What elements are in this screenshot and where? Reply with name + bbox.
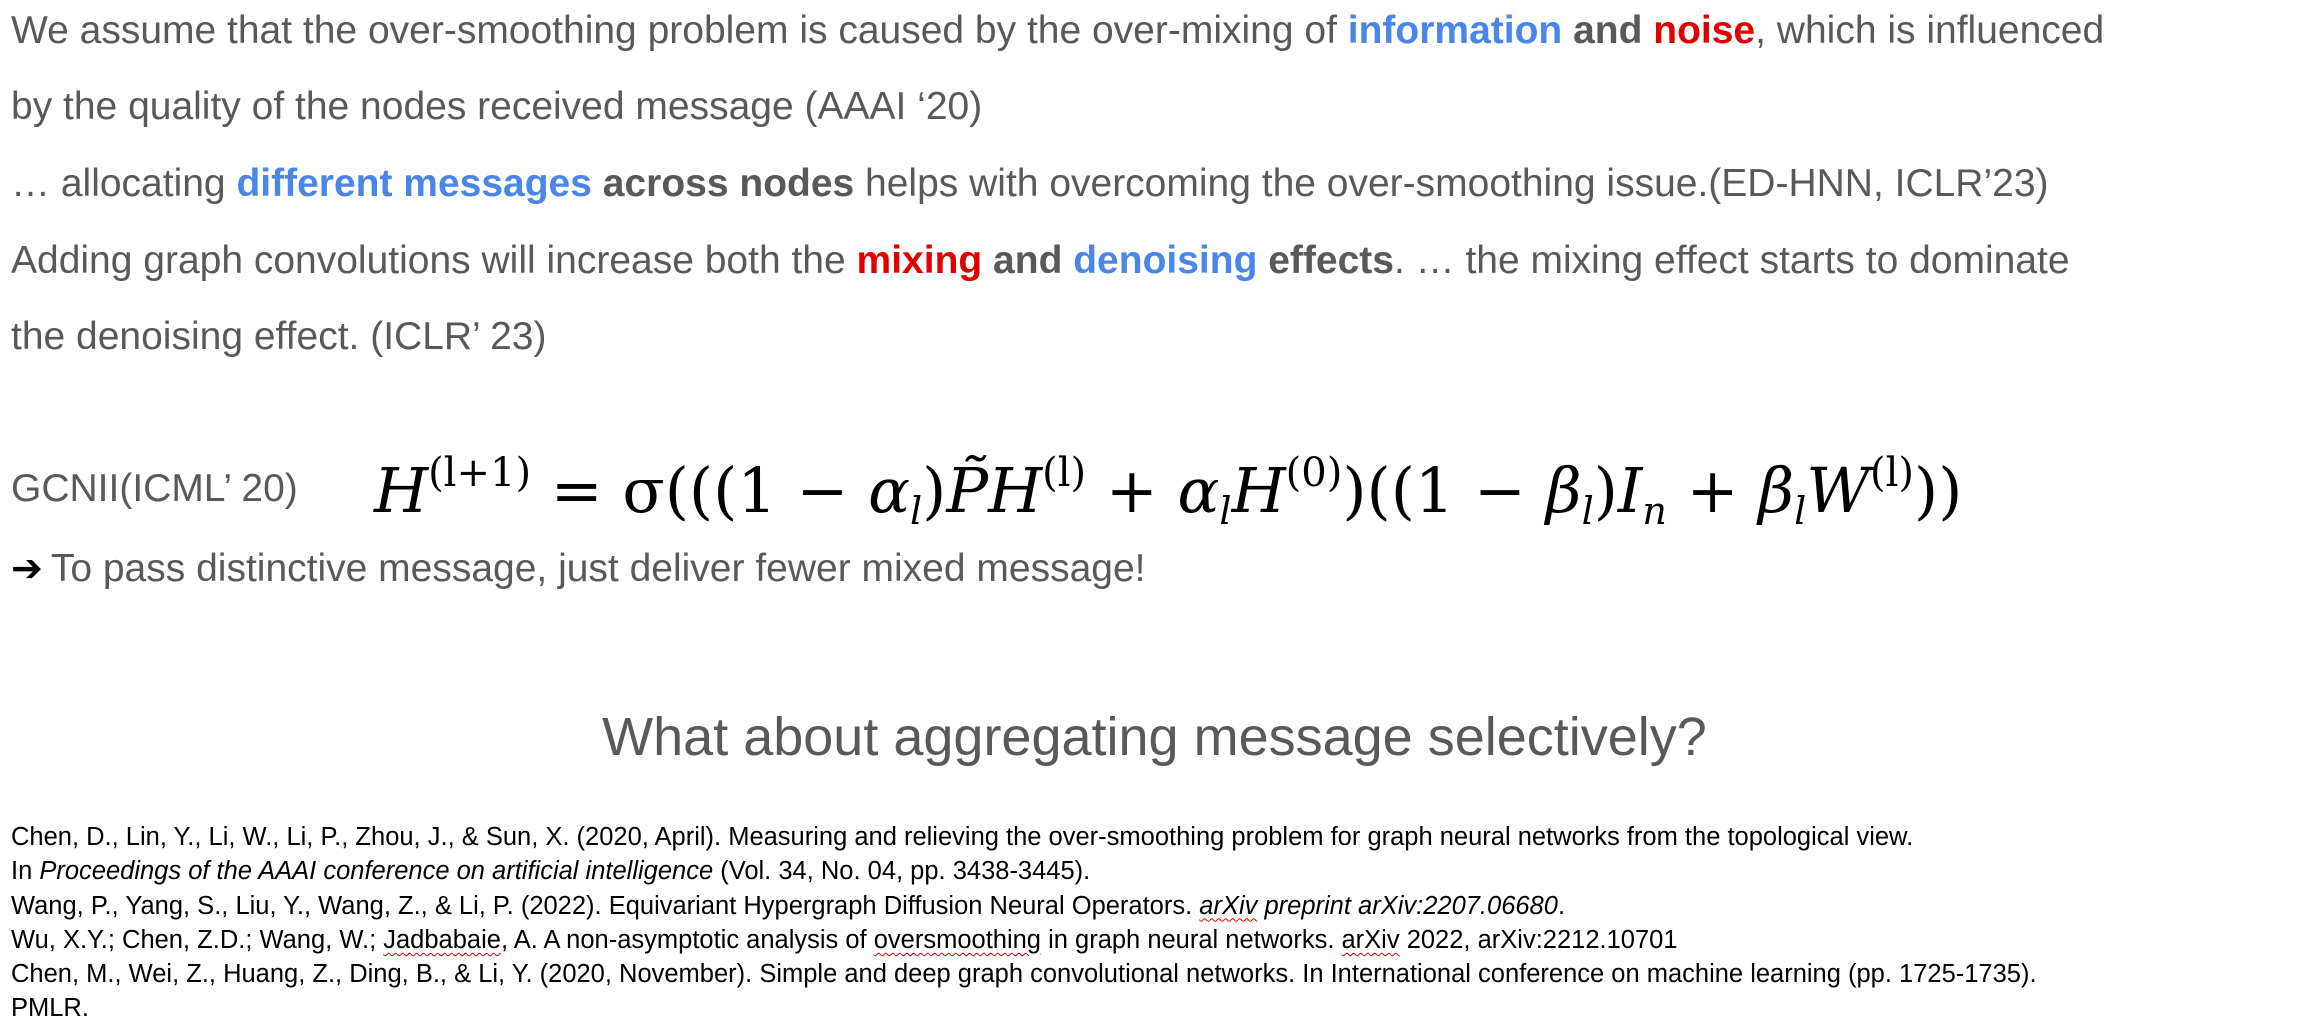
formula-symbol-alpha: α <box>868 454 910 527</box>
paragraph-line-2: by the quality of the nodes received mes… <box>11 84 982 130</box>
highlight-denoising: denoising <box>1073 239 1258 282</box>
formula-symbol-i: I <box>1617 454 1643 527</box>
text-segment: by the quality of the nodes received mes… <box>11 85 983 128</box>
reference-text: Chen, M., Wei, Z., Huang, Z., Ding, B., … <box>11 960 2037 989</box>
highlight-noise: noise <box>1653 9 1756 52</box>
reference-item: Chen, M., Wei, Z., Huang, Z., Ding, B., … <box>11 957 2037 991</box>
formula-subscript: l <box>1794 489 1807 533</box>
text-segment: . … the mixing effect starts to dominate <box>1393 239 2070 282</box>
formula-subscript: l <box>1581 489 1594 533</box>
highlight-information: information <box>1347 9 1563 52</box>
formula-symbol-beta: β <box>1758 454 1795 527</box>
paragraph-line-5: the denoising effect. (ICLR’ 23) <box>11 314 546 360</box>
formula-text: = σ(((1 − <box>531 454 869 527</box>
reference-text: in graph neural networks. <box>1041 925 1342 954</box>
text-segment: , which is influenced <box>1755 9 2105 52</box>
reference-text: . <box>1557 891 1566 920</box>
reference-text: Wang, P., Yang, S., Liu, Y., Wang, Z., &… <box>11 891 1200 920</box>
reference-item: Chen, D., Lin, Y., Li, W., Li, P., Zhou,… <box>11 820 2037 854</box>
question-heading: What about aggregating message selective… <box>602 707 1707 767</box>
formula-text: )((1 − <box>1342 454 1546 527</box>
formula-symbol-h: H <box>1231 454 1286 527</box>
text-segment: helps with overcoming the over-smoothing… <box>854 162 2049 205</box>
paragraph-line-4: Adding graph convolutions will increase … <box>11 238 2070 284</box>
reference-item: Wu, X.Y.; Chen, Z.D.; Wang, W.; Jadbabai… <box>11 923 2037 957</box>
reference-item: Wang, P., Yang, S., Liu, Y., Wang, Z., &… <box>11 889 2037 923</box>
reference-text: Chen, D., Lin, Y., Li, W., Li, P., Zhou,… <box>11 823 1914 851</box>
reference-text: PMLR. <box>11 994 89 1023</box>
formula-symbol-h: H <box>988 454 1043 527</box>
reference-text: , A. A non-asymptotic analysis of <box>500 925 874 954</box>
text-segment-bold: effects <box>1257 239 1394 282</box>
formula-superscript: (l) <box>1870 450 1915 496</box>
text-segment: We assume that the over-smoothing proble… <box>11 9 1348 52</box>
formula-superscript: (0) <box>1285 450 1343 496</box>
reference-text: In <box>11 857 40 886</box>
reference-venue: preprint arXiv:2207.06680 <box>1257 891 1558 920</box>
reference-item: PMLR. <box>11 991 2037 1025</box>
reference-text-spellcheck: oversmoothing <box>873 925 1041 954</box>
formula-text: + <box>1666 454 1759 527</box>
formula-subscript: l <box>910 489 923 533</box>
formula-text: + <box>1086 454 1178 527</box>
reference-venue: arXiv <box>1199 891 1258 920</box>
conclusion-text: To pass distinctive message, just delive… <box>50 547 1146 590</box>
reference-text: Wu, X.Y.; Chen, Z.D.; Wang, W.; <box>11 925 384 954</box>
reference-item: In Proceedings of the AAAI conference on… <box>11 854 2037 888</box>
gcnii-formula: H(l+1) = σ(((1 − αl)P̃H(l) + αlH(0))((1 … <box>374 433 1962 551</box>
highlight-mixing: mixing <box>856 239 983 282</box>
text-segment-bold: across nodes <box>591 162 855 205</box>
reference-venue: Proceedings of the AAAI conference on ar… <box>39 857 714 886</box>
formula-superscript: (l) <box>1042 450 1087 496</box>
formula-superscript: (l+1) <box>428 450 532 496</box>
text-segment: the denoising effect. (ICLR’ 23) <box>11 315 547 358</box>
formula-symbol-beta: β <box>1545 454 1582 527</box>
text-segment: … allocating <box>11 162 237 205</box>
formula-text: )) <box>1914 454 1963 527</box>
formula-symbol-p-tilde: P̃ <box>946 454 989 527</box>
conclusion-line: ➔ To pass distinctive message, just deliv… <box>11 546 1145 592</box>
formula-symbol-alpha: α <box>1177 454 1220 527</box>
reference-text: (Vol. 34, No. 04, pp. 3438-3445). <box>713 857 1091 886</box>
references: Chen, D., Lin, Y., Li, W., Li, P., Zhou,… <box>11 820 2037 1026</box>
formula-symbol-w: W <box>1806 454 1871 527</box>
formula-subscript: n <box>1642 489 1667 533</box>
text-segment: Adding graph convolutions will increase … <box>11 239 857 282</box>
gcnii-label: GCNII(ICML’ 20) <box>11 467 298 510</box>
paragraph-line-3: … allocating different messages across n… <box>11 161 2049 207</box>
text-segment-bold: and <box>982 239 1074 282</box>
reference-text-spellcheck: arXiv <box>1341 925 1400 954</box>
formula-text: ) <box>922 454 947 527</box>
formula-text: ) <box>1593 454 1618 527</box>
paragraph-line-1: We assume that the over-smoothing proble… <box>11 8 2104 54</box>
formula-symbol-h: H <box>374 454 429 527</box>
text-segment-bold: and <box>1562 9 1654 52</box>
highlight-different-messages: different messages <box>236 162 592 205</box>
arrow-right-icon: ➔ <box>11 548 43 590</box>
formula-subscript: l <box>1219 489 1232 533</box>
reference-text: 2022, arXiv:2212.10701 <box>1399 925 1678 954</box>
reference-text-spellcheck: Jadbabaie <box>383 925 501 954</box>
